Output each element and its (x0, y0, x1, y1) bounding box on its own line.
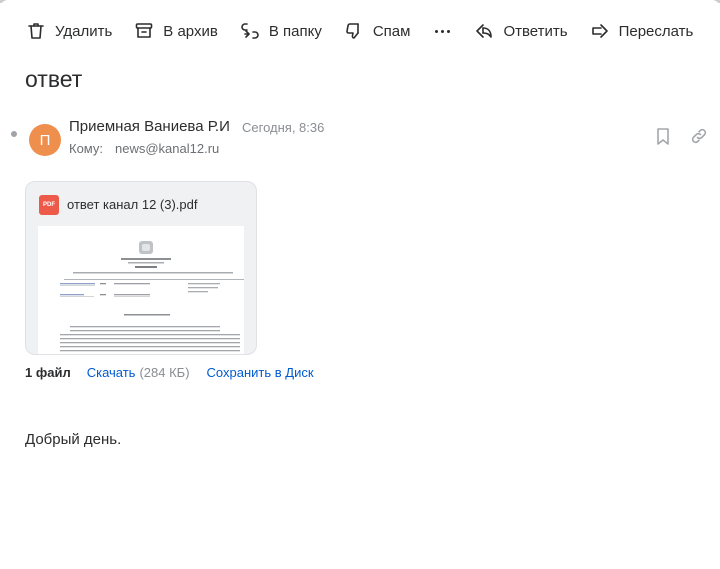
sender-name[interactable]: Приемная Ваниева Р.И (69, 118, 230, 135)
coat-of-arms-icon (139, 241, 153, 254)
message-body: Добрый день. (25, 431, 122, 448)
move-folder-icon (241, 23, 259, 39)
move-to-folder-label: В папку (268, 22, 322, 40)
recipients-row: Кому: news@kanal12.ru (69, 141, 219, 156)
attachments-summary: 1 файл Скачать (284 КБ) Сохранить в Диск (25, 365, 314, 380)
more-dot (440, 29, 444, 33)
more-actions-button[interactable] (432, 18, 452, 44)
recipient-email[interactable]: news@kanal12.ru (115, 141, 219, 156)
message-date: Сегодня, 8:36 (242, 120, 325, 135)
save-to-disk-link[interactable]: Сохранить в Диск (207, 365, 314, 380)
bookmark-button[interactable] (653, 126, 673, 146)
attachment-card[interactable]: PDF ответ канал 12 (3).pdf (25, 181, 257, 355)
delete-button[interactable]: Удалить (26, 18, 112, 44)
forward-button[interactable]: Переслать (590, 18, 694, 44)
document-thumbnail (60, 241, 244, 352)
attachments-size: (284 КБ) (139, 365, 190, 380)
read-status-dot[interactable] (11, 131, 17, 137)
forward-icon (591, 24, 608, 38)
files-count: 1 файл (25, 365, 71, 380)
attachment-preview[interactable] (38, 226, 244, 354)
message-subject: ответ (25, 66, 83, 92)
archive-icon (135, 23, 153, 38)
trash-icon (28, 23, 44, 39)
reply-label: Ответить (503, 22, 568, 40)
to-label: Кому: (69, 141, 103, 156)
spam-button[interactable]: Спам (344, 18, 411, 44)
thumbs-down-icon (346, 23, 359, 39)
delete-label: Удалить (55, 22, 113, 40)
pdf-file-icon: PDF (39, 195, 59, 215)
link-icon (691, 128, 707, 144)
reply-icon (476, 24, 493, 38)
move-to-folder-button[interactable]: В папку (240, 18, 322, 44)
attachment-filename: ответ канал 12 (3).pdf (67, 197, 198, 212)
reply-button[interactable]: Ответить (474, 18, 568, 44)
message-toolbar: Удалить В архив В папку Спам Ответить Пе… (26, 18, 715, 44)
copy-link-button[interactable] (689, 126, 709, 146)
more-dot (434, 29, 438, 33)
download-link[interactable]: Скачать (87, 365, 136, 380)
sender-avatar[interactable]: П (29, 124, 61, 156)
more-dot (446, 29, 450, 33)
spam-label: Спам (372, 22, 411, 40)
window-top-edge (0, 0, 720, 8)
forward-label: Переслать (618, 22, 694, 40)
bookmark-icon (657, 128, 669, 145)
archive-label: В архив (163, 22, 218, 40)
archive-button[interactable]: В архив (134, 18, 218, 44)
